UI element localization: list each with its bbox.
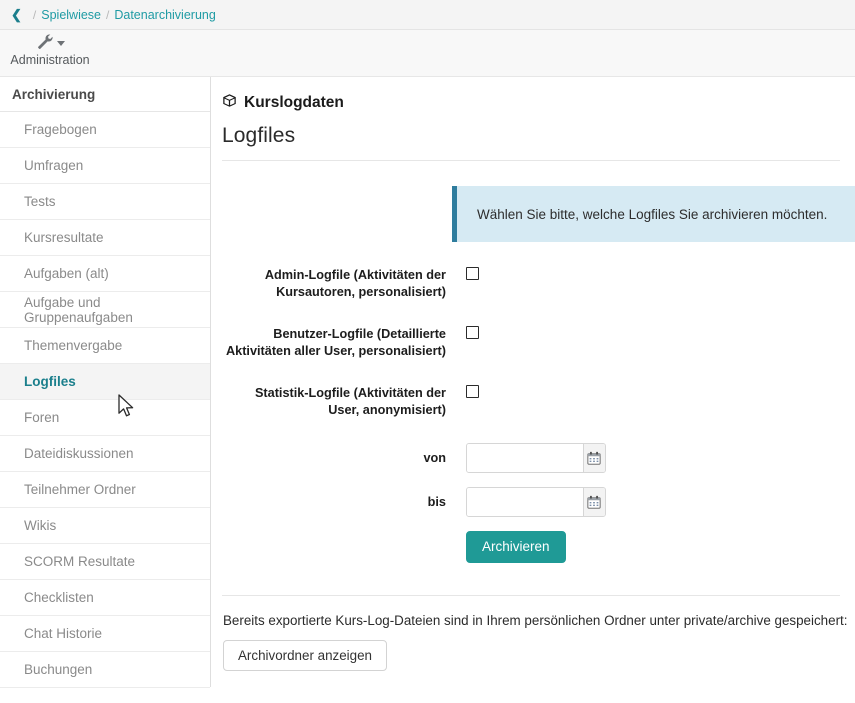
sidebar-item-teilnehmer-ordner[interactable]: Teilnehmer Ordner <box>0 472 210 508</box>
administration-menu-button[interactable]: Administration <box>13 30 87 67</box>
sidebar-item-themenvergabe[interactable]: Themenvergabe <box>0 328 210 364</box>
checkbox-control <box>446 325 479 344</box>
breadcrumb-separator-1: / <box>28 8 41 22</box>
checkbox-row: Statistik-Logfile (Aktivitäten der User,… <box>221 384 855 419</box>
sidebar-item-label: Themenvergabe <box>24 338 122 353</box>
sidebar-item-label: Teilnehmer Ordner <box>24 482 136 497</box>
breadcrumb-separator-2: / <box>101 8 114 22</box>
sidebar-item-label: Wikis <box>24 518 56 533</box>
checkbox-3[interactable] <box>466 385 479 398</box>
date-row: von <box>221 443 855 473</box>
sidebar-item-fragebogen[interactable]: Fragebogen <box>0 112 210 148</box>
footer-info-text: Bereits exportierte Kurs-Log-Dateien sin… <box>221 613 855 628</box>
sidebar-item-buchungen[interactable]: Buchungen <box>0 652 210 688</box>
date-label-bis: bis <box>221 495 446 509</box>
sidebar-item-label: Foren <box>24 410 59 425</box>
calendar-icon[interactable] <box>583 444 605 472</box>
sidebar-item-aufgabe-und-gruppenaufgaben[interactable]: Aufgabe und Gruppenaufgaben <box>0 292 210 328</box>
archivieren-button[interactable]: Archivieren <box>466 531 566 563</box>
sidebar-item-dateidiskussionen[interactable]: Dateidiskussionen <box>0 436 210 472</box>
checkbox-row: Admin-Logfile (Aktivitäten der Kursautor… <box>221 266 855 301</box>
page-body: Archivierung Fragebogen Umfragen Tests Kurs… <box>0 77 855 687</box>
sidebar-item-label: Kursresultate <box>24 230 104 245</box>
sidebar-item-checklisten[interactable]: Checklisten <box>0 580 210 616</box>
sidebar-item-label: Checklisten <box>24 590 94 605</box>
breadcrumb-item-datenarchivierung[interactable]: Datenarchivierung <box>114 8 215 22</box>
date-input-group-bis <box>466 487 606 517</box>
info-alert: Wählen Sie bitte, welche Logfiles Sie ar… <box>452 186 855 242</box>
sidebar-item-umfragen[interactable]: Umfragen <box>0 148 210 184</box>
administration-icon-row <box>36 34 65 51</box>
submit-spacer <box>221 531 466 563</box>
date-input-bis[interactable] <box>467 488 583 516</box>
page-kicker: Kurslogdaten <box>222 93 855 113</box>
date-input-von[interactable] <box>467 444 583 472</box>
sidebar-item-label: Umfragen <box>24 158 83 173</box>
sidebar-item-chat-historie[interactable]: Chat Historie <box>0 616 210 652</box>
breadcrumb: ❮ / Spielwiese / Datenarchivierung <box>0 0 855 30</box>
archive-form: Admin-Logfile (Aktivitäten der Kursautor… <box>221 266 855 563</box>
checkbox-label: Statistik-Logfile (Aktivitäten der User,… <box>221 384 446 419</box>
breadcrumb-item-spielwiese[interactable]: Spielwiese <box>41 8 101 22</box>
sidebar-item-label: Buchungen <box>24 662 92 677</box>
title-divider <box>222 160 840 161</box>
page-kicker-label: Kurslogdaten <box>244 94 344 112</box>
sidebar-item-label: Aufgabe und Gruppenaufgaben <box>24 295 210 325</box>
sidebar-item-label: Chat Historie <box>24 626 102 641</box>
sidebar-item-label: Aufgaben (alt) <box>24 266 109 281</box>
caret-down-icon <box>57 41 65 46</box>
sidebar-item-wikis[interactable]: Wikis <box>0 508 210 544</box>
info-alert-text: Wählen Sie bitte, welche Logfiles Sie ar… <box>477 207 827 222</box>
sidebar-item-tests[interactable]: Tests <box>0 184 210 220</box>
sidebar-item-label: Dateidiskussionen <box>24 446 134 461</box>
submit-row: Archivieren <box>221 531 855 563</box>
checkbox-label: Benutzer-Logfile (Detaillierte Aktivität… <box>221 325 446 360</box>
checkbox-row: Benutzer-Logfile (Detaillierte Aktivität… <box>221 325 855 360</box>
archivordner-anzeigen-button[interactable]: Archivordner anzeigen <box>223 640 387 671</box>
admin-toolbar: Administration <box>0 30 855 77</box>
sidebar-item-label: SCORM Resultate <box>24 554 135 569</box>
administration-label: Administration <box>10 53 89 67</box>
checkbox-control <box>446 266 479 285</box>
chevron-left-icon[interactable]: ❮ <box>9 6 28 24</box>
app-window: ❮ / Spielwiese / Datenarchivierung Admin… <box>0 0 855 703</box>
checkbox-label: Admin-Logfile (Aktivitäten der Kursautor… <box>221 266 446 301</box>
sidebar-item-foren[interactable]: Foren <box>0 400 210 436</box>
sidebar-item-label: Logfiles <box>24 374 76 389</box>
box-icon <box>222 93 237 113</box>
date-input-group-von <box>466 443 606 473</box>
sidebar-item-label: Tests <box>24 194 56 209</box>
checkbox-1[interactable] <box>466 267 479 280</box>
sidebar-item-aufgaben-alt[interactable]: Aufgaben (alt) <box>0 256 210 292</box>
sidebar-item-scorm-resultate[interactable]: SCORM Resultate <box>0 544 210 580</box>
checkbox-rows: Admin-Logfile (Aktivitäten der Kursautor… <box>221 266 855 419</box>
date-label-von: von <box>221 451 446 465</box>
sidebar-item-kursresultate[interactable]: Kursresultate <box>0 220 210 256</box>
sidebar-item-label: Fragebogen <box>24 122 97 137</box>
wrench-icon <box>36 32 53 54</box>
checkbox-2[interactable] <box>466 326 479 339</box>
main-content: Kurslogdaten Logfiles Wählen Sie bitte, … <box>211 77 855 687</box>
date-rows: von bis <box>221 443 855 517</box>
footer-divider <box>222 595 840 596</box>
date-row: bis <box>221 487 855 517</box>
page-title: Logfiles <box>222 124 855 148</box>
sidebar-item-logfiles[interactable]: Logfiles <box>0 364 210 400</box>
sidebar-item-list: Fragebogen Umfragen Tests Kursresultate Aufg… <box>0 112 210 688</box>
calendar-icon[interactable] <box>583 488 605 516</box>
sidebar-header: Archivierung <box>0 77 210 112</box>
checkbox-control <box>446 384 479 403</box>
alert-row: Wählen Sie bitte, welche Logfiles Sie ar… <box>221 186 855 242</box>
sidebar: Archivierung Fragebogen Umfragen Tests Kurs… <box>0 77 211 687</box>
